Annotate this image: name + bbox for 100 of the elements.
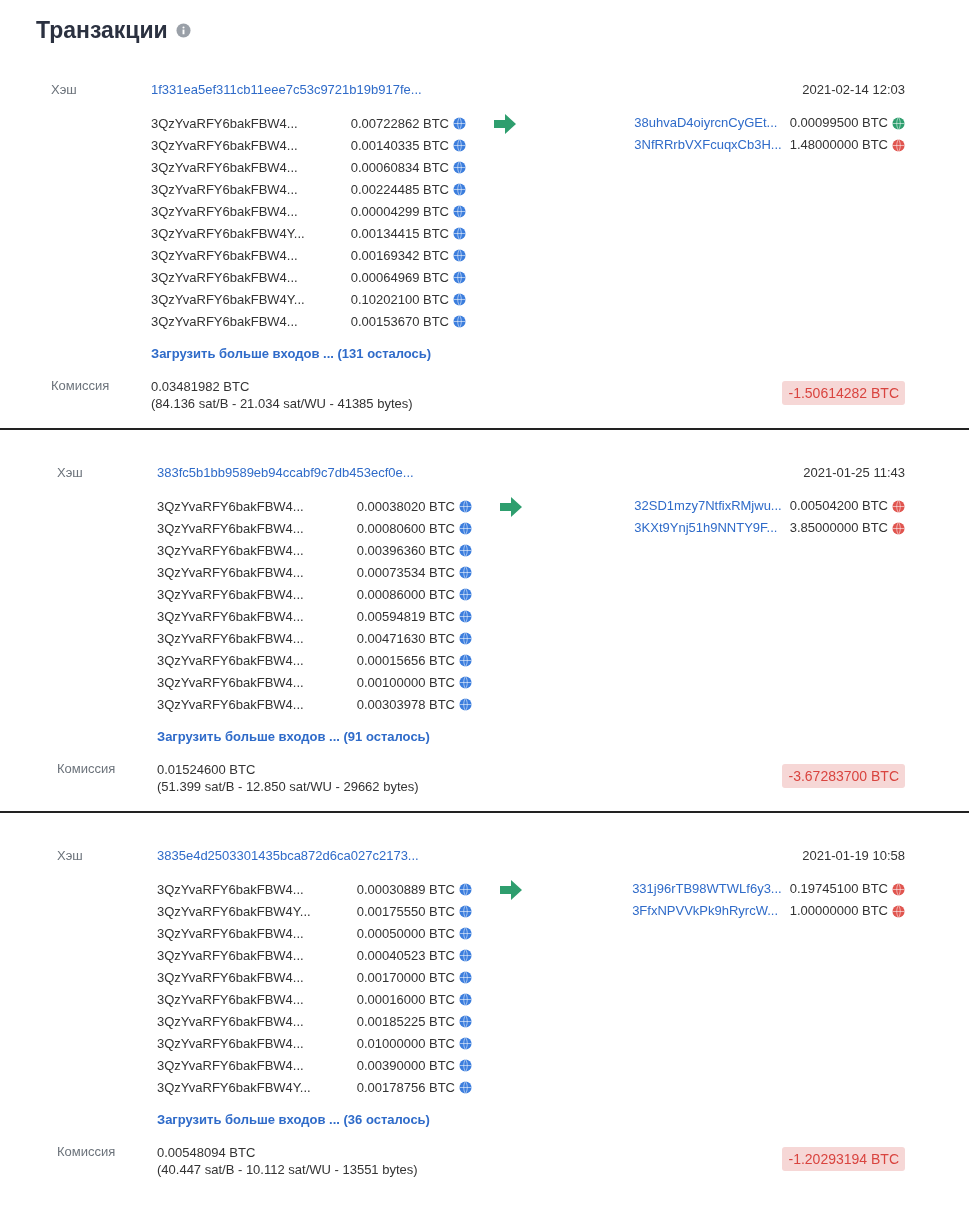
input-address: 3QzYvaRFY6bakFBW4... [157, 1035, 304, 1051]
fee-amount: 0.01524600 BTC [157, 761, 257, 778]
input-amount: 0.00224485 BTC [350, 181, 449, 197]
input-amount: 0.10202100 BTC [350, 291, 449, 307]
arrow-icon [500, 497, 522, 517]
input-address: 3QzYvaRFY6bakFBW4... [151, 115, 298, 131]
input-address: 3QzYvaRFY6bakFBW4... [157, 520, 304, 536]
hash-label: Хэш [51, 82, 78, 97]
input-address: 3QzYvaRFY6bakFBW4... [157, 1013, 304, 1029]
input-amount: 0.00080600 BTC [356, 520, 455, 536]
fee-amount: 0.03481982 BTC [151, 378, 251, 395]
total-badge: -1.20293194 BTC [782, 1147, 905, 1171]
input-amount: 0.00073534 BTC [356, 564, 455, 580]
total-badge: -3.67283700 BTC [782, 764, 905, 788]
input-amount: 0.00100000 BTC [356, 674, 455, 690]
input-amount: 0.00594819 BTC [356, 608, 455, 624]
input-address: 3QzYvaRFY6bakFBW4... [157, 630, 304, 646]
date-text: 2021-01-25 11:43 [803, 465, 905, 480]
output-address-link[interactable]: 3FfxNPVVkPk9hRyrcW... [632, 900, 782, 922]
fee-details: (84.136 sat/B - 21.034 sat/WU - 41385 bytes) [151, 395, 413, 412]
input-address: 3QzYvaRFY6bakFBW4... [157, 969, 304, 985]
input-amount: 0.00038020 BTC [356, 498, 455, 514]
input-amount: 0.00153670 BTC [350, 313, 449, 329]
input-amount: 0.00140335 BTC [350, 137, 449, 153]
output-address-link[interactable]: 3NfRRrbVXFcuqxCb3H... [634, 134, 782, 156]
input-address: 3QzYvaRFY6bakFBW4... [151, 313, 298, 329]
input-address: 3QzYvaRFY6bakFBW4Y... [151, 225, 305, 241]
input-address: 3QzYvaRFY6bakFBW4... [151, 247, 298, 263]
fee-details: (40.447 sat/B - 10.112 sat/WU - 13551 bytes) [157, 1161, 418, 1178]
input-address: 3QzYvaRFY6bakFBW4... [151, 203, 298, 219]
hash-link[interactable]: 383fc5b1bb9589eb94ccabf9c7db453ecf0e... [157, 465, 804, 480]
input-address: 3QzYvaRFY6bakFBW4... [157, 696, 304, 712]
hash-link[interactable]: 3835e4d2503301435bca872d6ca027c2173... [157, 848, 803, 863]
date-text: 2021-02-14 12:03 [802, 82, 905, 97]
hash-label: Хэш [57, 465, 84, 480]
page-title: Транзакции [36, 16, 168, 44]
input-amount: 0.00471630 BTC [356, 630, 455, 646]
input-amount: 0.00178756 BTC [356, 1079, 455, 1095]
input-address: 3QzYvaRFY6bakFBW4... [157, 674, 304, 690]
total-badge: -1.50614282 BTC [782, 381, 905, 405]
output-address-link[interactable]: 32SD1mzy7NtfixRMjwu... [634, 495, 782, 517]
output-amount: 0.00099500 BTC [788, 114, 889, 132]
input-address: 3QzYvaRFY6bakFBW4Y... [151, 291, 305, 307]
input-address: 3QzYvaRFY6bakFBW4... [157, 991, 304, 1007]
input-amount: 0.00396360 BTC [356, 542, 455, 558]
input-amount: 0.00050000 BTC [356, 925, 455, 941]
output-amount: 3.85000000 BTC [788, 519, 889, 537]
output-address-link[interactable]: 331j96rTB98WTWLf6y3... [632, 878, 782, 900]
fee-details: (51.399 sat/B - 12.850 sat/WU - 29662 bytes) [157, 778, 419, 795]
fee-label: Комиссия [51, 378, 111, 393]
hash-link[interactable]: 1f331ea5ef311cb11eee7c53c9721b19b917fe... [151, 82, 803, 97]
hash-label: Хэш [57, 848, 84, 863]
input-amount: 0.00722862 BTC [350, 115, 449, 131]
input-amount: 0.00030889 BTC [356, 881, 455, 897]
input-amount: 0.00185225 BTC [356, 1013, 455, 1029]
fee-label: Комиссия [57, 761, 117, 776]
input-amount: 0.00016000 BTC [356, 991, 455, 1007]
input-address: 3QzYvaRFY6bakFBW4Y... [157, 1079, 311, 1095]
input-amount: 0.00040523 BTC [356, 947, 455, 963]
input-address: 3QzYvaRFY6bakFBW4... [157, 652, 304, 668]
input-address: 3QzYvaRFY6bakFBW4... [157, 608, 304, 624]
input-address: 3QzYvaRFY6bakFBW4... [151, 269, 298, 285]
input-amount: 0.00004299 BTC [350, 203, 449, 219]
input-amount: 0.00064969 BTC [350, 269, 449, 285]
input-address: 3QzYvaRFY6bakFBW4... [157, 1057, 304, 1073]
input-amount: 0.00303978 BTC [356, 696, 455, 712]
output-amount: 0.00504200 BTC [788, 497, 889, 515]
input-amount: 0.00390000 BTC [356, 1057, 455, 1073]
output-amount: 1.48000000 BTC [788, 136, 889, 154]
date-text: 2021-01-19 10:58 [802, 848, 905, 863]
input-amount: 0.00134415 BTC [350, 225, 449, 241]
arrow-icon [494, 114, 516, 134]
input-address: 3QzYvaRFY6bakFBW4... [157, 925, 304, 941]
input-address: 3QzYvaRFY6bakFBW4... [157, 564, 304, 580]
input-address: 3QzYvaRFY6bakFBW4... [157, 498, 304, 514]
input-address: 3QzYvaRFY6bakFBW4... [157, 947, 304, 963]
input-address: 3QzYvaRFY6bakFBW4... [151, 137, 298, 153]
load-more-link[interactable]: Загрузить больше входов ... (91 осталось) [157, 729, 430, 744]
fee-amount: 0.00548094 BTC [157, 1144, 257, 1161]
input-address: 3QzYvaRFY6bakFBW4... [157, 542, 304, 558]
info-icon[interactable] [175, 22, 191, 38]
input-amount: 0.00169342 BTC [350, 247, 449, 263]
load-more-link[interactable]: Загрузить больше входов ... (131 осталось) [151, 346, 432, 361]
input-amount: 0.00170000 BTC [356, 969, 455, 985]
input-amount: 0.00086000 BTC [356, 586, 455, 602]
output-address-link[interactable]: 3KXt9Ynj51h9NNTY9F... [634, 517, 782, 539]
input-amount: 0.00015656 BTC [356, 652, 455, 668]
input-address: 3QzYvaRFY6bakFBW4... [157, 586, 304, 602]
fee-label: Комиссия [57, 1144, 117, 1159]
input-address: 3QzYvaRFY6bakFBW4... [151, 181, 298, 197]
input-amount: 0.01000000 BTC [356, 1035, 455, 1051]
output-amount: 0.19745100 BTC [788, 880, 889, 898]
arrow-icon [500, 880, 522, 900]
input-address: 3QzYvaRFY6bakFBW4... [151, 159, 298, 175]
input-amount: 0.00175550 BTC [356, 903, 455, 919]
input-address: 3QzYvaRFY6bakFBW4Y... [157, 903, 311, 919]
load-more-link[interactable]: Загрузить больше входов ... (36 осталось) [157, 1112, 430, 1127]
output-amount: 1.00000000 BTC [788, 902, 889, 920]
output-address-link[interactable]: 38uhvaD4oiyrcnCyGEt... [634, 112, 782, 134]
input-address: 3QzYvaRFY6bakFBW4... [157, 881, 304, 897]
